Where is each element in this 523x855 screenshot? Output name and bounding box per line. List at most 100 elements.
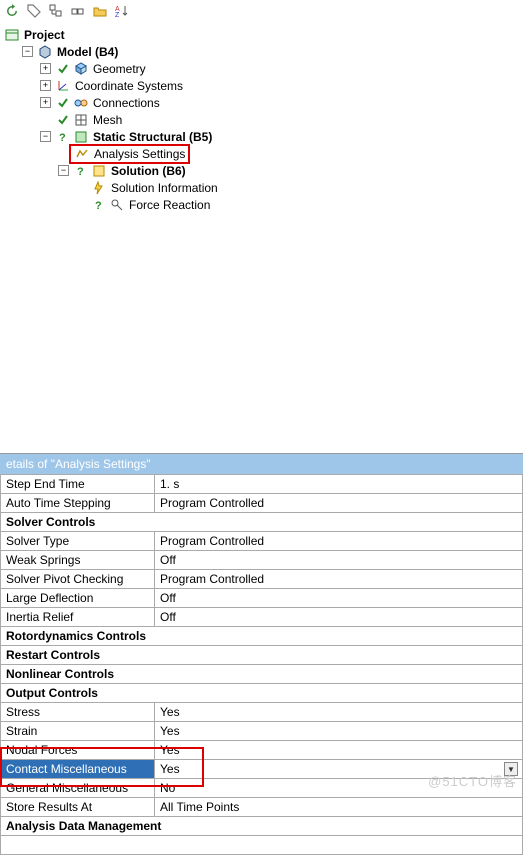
tree-node-solution-info[interactable]: Solution Information xyxy=(2,179,521,196)
question-icon: ? xyxy=(91,197,107,213)
question-icon: ? xyxy=(73,163,89,179)
collapse-icon[interactable]: − xyxy=(58,165,69,176)
sort-icon[interactable]: AZ xyxy=(114,3,130,19)
grid-row-nodal-forces[interactable]: Nodal ForcesYes xyxy=(1,741,523,760)
outline-tree: Project − Model (B4) + Geometry + Coordi… xyxy=(0,22,523,213)
tree-node-static-structural[interactable]: − ? Static Structural (B5) xyxy=(2,128,521,145)
connections-icon xyxy=(73,95,89,111)
watermark: @51CTO博客 xyxy=(428,771,517,790)
prop-name: Strain xyxy=(1,722,155,741)
prop-value[interactable]: Program Controlled xyxy=(155,494,523,513)
grid-row[interactable]: Large DeflectionOff xyxy=(1,589,523,608)
expand-icon[interactable]: + xyxy=(40,97,51,108)
prop-name: Store Results At xyxy=(1,798,155,817)
tree-label: Analysis Settings xyxy=(92,146,185,162)
grid-section-row[interactable]: Solver Controls xyxy=(1,513,523,532)
prop-value[interactable]: Yes xyxy=(155,722,523,741)
grid-row-empty xyxy=(1,836,523,855)
analysis-settings-icon xyxy=(74,146,90,162)
tree-node-coord[interactable]: + Coordinate Systems xyxy=(2,77,521,94)
static-icon xyxy=(73,129,89,145)
collapse-tree-icon[interactable] xyxy=(70,3,86,19)
check-icon xyxy=(55,61,71,77)
prop-value[interactable]: All Time Points xyxy=(155,798,523,817)
prop-name: Stress xyxy=(1,703,155,722)
expand-icon[interactable]: + xyxy=(40,80,51,91)
prop-value[interactable]: Yes xyxy=(155,741,523,760)
tree-node-model[interactable]: − Model (B4) xyxy=(2,43,521,60)
svg-text:?: ? xyxy=(95,200,102,211)
prop-name: Solver Pivot Checking xyxy=(1,570,155,589)
tree-node-mesh[interactable]: Mesh xyxy=(2,111,521,128)
expand-icon[interactable]: + xyxy=(40,63,51,74)
prop-name: Nodal Forces xyxy=(1,741,155,760)
prop-name: Auto Time Stepping xyxy=(1,494,155,513)
lightning-icon xyxy=(91,180,107,196)
refresh-icon[interactable] xyxy=(4,3,20,19)
project-icon xyxy=(4,27,20,43)
tree-label: Model (B4) xyxy=(55,44,118,60)
svg-text:Z: Z xyxy=(115,12,120,18)
prop-value[interactable]: Off xyxy=(155,551,523,570)
geometry-icon xyxy=(73,61,89,77)
section-header: Restart Controls xyxy=(1,646,523,665)
collapse-icon[interactable]: − xyxy=(22,46,33,57)
tree-node-solution[interactable]: − ? Solution (B6) xyxy=(2,162,521,179)
mesh-icon xyxy=(73,112,89,128)
grid-row[interactable]: Step End Time1. s xyxy=(1,475,523,494)
tree-node-connections[interactable]: + Connections xyxy=(2,94,521,111)
section-header: Solver Controls xyxy=(1,513,523,532)
prop-name: Weak Springs xyxy=(1,551,155,570)
question-icon: ? xyxy=(55,129,71,145)
grid-row[interactable]: Inertia ReliefOff xyxy=(1,608,523,627)
grid-row[interactable]: Solver Pivot CheckingProgram Controlled xyxy=(1,570,523,589)
collapse-icon[interactable]: − xyxy=(40,131,51,142)
tag-icon[interactable] xyxy=(26,3,42,19)
details-panel-title: etails of "Analysis Settings" xyxy=(0,453,523,474)
tree-node-force-reaction[interactable]: ? Force Reaction xyxy=(2,196,521,213)
axes-icon xyxy=(55,78,71,94)
prop-value[interactable]: Off xyxy=(155,589,523,608)
tree-label: Solution Information xyxy=(109,180,218,196)
folder-icon[interactable] xyxy=(92,3,108,19)
tree-node-geometry[interactable]: + Geometry xyxy=(2,60,521,77)
prop-value[interactable]: 1. s xyxy=(155,475,523,494)
tree-label: Geometry xyxy=(91,61,146,77)
svg-text:?: ? xyxy=(59,132,66,143)
prop-name: General Miscellaneous xyxy=(1,779,155,798)
grid-row[interactable]: Weak SpringsOff xyxy=(1,551,523,570)
property-grid: Step End Time1. s Auto Time SteppingProg… xyxy=(0,474,523,855)
prop-value[interactable]: Off xyxy=(155,608,523,627)
model-icon xyxy=(37,44,53,60)
grid-section-row[interactable]: Output Controls xyxy=(1,684,523,703)
grid-row[interactable]: Solver TypeProgram Controlled xyxy=(1,532,523,551)
tree-node-project[interactable]: Project xyxy=(2,26,521,43)
check-icon xyxy=(55,112,71,128)
prop-name: Step End Time xyxy=(1,475,155,494)
section-header: Output Controls xyxy=(1,684,523,703)
toolbar: AZ xyxy=(0,0,523,22)
prop-name: Inertia Relief xyxy=(1,608,155,627)
prop-name: Large Deflection xyxy=(1,589,155,608)
grid-row[interactable]: StressYes xyxy=(1,703,523,722)
check-icon xyxy=(55,95,71,111)
grid-row[interactable]: StrainYes xyxy=(1,722,523,741)
svg-text:?: ? xyxy=(77,166,84,177)
grid-section-row[interactable]: Nonlinear Controls xyxy=(1,665,523,684)
prop-value-text: Yes xyxy=(160,762,180,776)
tree-label: Connections xyxy=(91,95,160,111)
grid-section-row[interactable]: Restart Controls xyxy=(1,646,523,665)
grid-row[interactable]: Auto Time SteppingProgram Controlled xyxy=(1,494,523,513)
prop-value[interactable]: Program Controlled xyxy=(155,532,523,551)
tree-label: Force Reaction xyxy=(127,197,210,213)
grid-section-row[interactable]: Rotordynamics Controls xyxy=(1,627,523,646)
prop-value[interactable]: Program Controlled xyxy=(155,570,523,589)
tree-label: Solution (B6) xyxy=(109,163,186,179)
grid-section-row[interactable]: Analysis Data Management xyxy=(1,817,523,836)
grid-row[interactable]: Store Results AtAll Time Points xyxy=(1,798,523,817)
section-header: Rotordynamics Controls xyxy=(1,627,523,646)
tree-label: Static Structural (B5) xyxy=(91,129,212,145)
expand-tree-icon[interactable] xyxy=(48,3,64,19)
prop-value[interactable]: Yes xyxy=(155,703,523,722)
tree-node-analysis-settings[interactable]: Analysis Settings xyxy=(2,145,521,162)
